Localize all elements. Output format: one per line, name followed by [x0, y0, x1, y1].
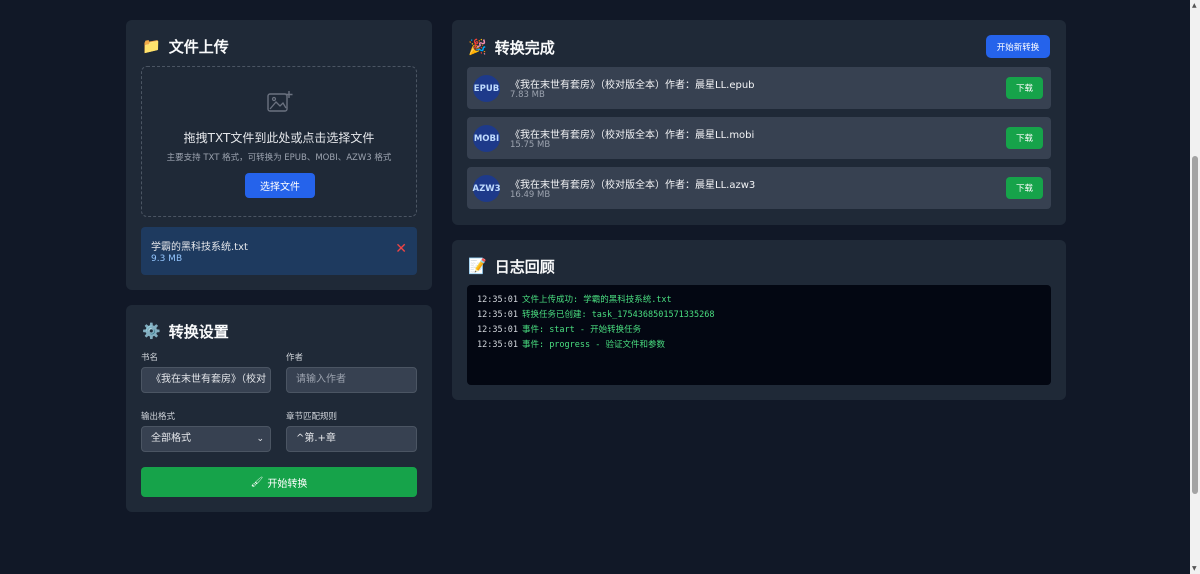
selected-file: 学霸的黑科技系统.txt 9.3 MB ✕: [141, 227, 417, 275]
log-title-text: 日志回顾: [494, 258, 555, 276]
azw3-badge: AZW3: [472, 175, 501, 202]
log-message: 文件上传成功: 学霸的黑科技系统.txt: [521, 295, 672, 305]
log-title: 📝 日志回顾: [468, 256, 555, 277]
log-line: 12:35:01 事件: start - 开始转换任务: [477, 323, 1041, 338]
download-azw3-button[interactable]: 下载: [1006, 177, 1043, 199]
log-output: 12:35:01 文件上传成功: 学霸的黑科技系统.txt 12:35:01 转换任…: [467, 285, 1051, 385]
page: 📁 文件上传 拖拽TXT文件到此处或点击选择文件 主要支持 TXT 格式，可转换…: [0, 0, 1200, 574]
log-message: 事件: start - 开始转换任务: [521, 325, 642, 335]
add-image-icon: [267, 91, 293, 112]
upload-title: 📁 文件上传: [142, 36, 229, 57]
log-card: 📝 日志回顾 12:35:01 文件上传成功: 学霸的黑科技系统.txt 12:3…: [452, 240, 1066, 400]
dropzone-subtitle: 主要支持 TXT 格式，可转换为 EPUB、MOBI、AZW3 格式: [166, 153, 392, 163]
start-convert-button[interactable]: 🖌 开始转换: [141, 467, 417, 497]
result-file-size: 15.75 MB: [510, 140, 551, 150]
result-file-size: 7.83 MB: [510, 90, 545, 100]
gear-icon: ⚙️: [142, 322, 161, 340]
brush-icon: 🖌: [250, 476, 264, 488]
new-conversion-button[interactable]: 开始新转换: [986, 35, 1050, 58]
log-time: 12:35:01: [477, 340, 518, 350]
result-file-name: 《我在末世有套房》（校对版全本）作者：晨星LL.mobi: [510, 130, 755, 141]
log-message: 转换任务已创建: task_1754368501571335268: [521, 310, 715, 320]
file-dropzone[interactable]: 拖拽TXT文件到此处或点击选择文件 主要支持 TXT 格式，可转换为 EPUB、…: [141, 66, 417, 217]
selected-file-name: 学霸的黑科技系统.txt: [151, 242, 248, 253]
output-format-label: 输出格式: [141, 412, 176, 422]
download-epub-button[interactable]: 下载: [1006, 77, 1043, 99]
output-format-value: 全部格式: [151, 433, 191, 444]
chevron-down-icon: ⌄: [256, 434, 264, 444]
chapter-rule-label: 章节匹配规则: [286, 412, 338, 422]
result-file-size: 16.49 MB: [510, 190, 551, 200]
party-icon: 🎉: [468, 38, 487, 56]
result-card: 🎉 转换完成 开始新转换 EPUB 《我在末世有套房》（校对版全本）作者：晨星L…: [452, 20, 1066, 225]
scroll-up-arrow-icon[interactable]: ▲: [1192, 2, 1197, 9]
upload-title-text: 文件上传: [168, 38, 229, 56]
upload-card: 📁 文件上传 拖拽TXT文件到此处或点击选择文件 主要支持 TXT 格式，可转换…: [126, 20, 432, 290]
log-time: 12:35:01: [477, 310, 518, 320]
selected-file-size: 9.3 MB: [151, 254, 183, 264]
result-title-text: 转换完成: [494, 39, 555, 57]
chapter-rule-input[interactable]: ^第.+章: [286, 426, 417, 452]
epub-badge: EPUB: [473, 75, 500, 102]
log-time: 12:35:01: [477, 325, 518, 335]
settings-title: ⚙️ 转换设置: [142, 321, 229, 342]
book-name-input[interactable]: 《我在末世有套房》（校对: [141, 367, 271, 393]
log-time: 12:35:01: [477, 295, 518, 305]
settings-title-text: 转换设置: [168, 323, 229, 341]
result-row-azw3: AZW3 《我在末世有套房》（校对版全本）作者：晨星LL.azw3 16.49 …: [467, 167, 1051, 209]
result-title: 🎉 转换完成: [468, 37, 555, 58]
memo-icon: 📝: [468, 257, 487, 275]
result-file-name: 《我在末世有套房》（校对版全本）作者：晨星LL.epub: [510, 80, 755, 91]
log-line: 12:35:01 转换任务已创建: task_175436850157133526…: [477, 308, 1041, 323]
download-mobi-button[interactable]: 下载: [1006, 127, 1043, 149]
author-label: 作者: [286, 353, 304, 363]
log-message: 事件: progress - 验证文件和参数: [521, 340, 665, 350]
mobi-badge: MOBI: [473, 125, 500, 152]
remove-file-button[interactable]: ✕: [395, 241, 407, 255]
start-convert-label: 开始转换: [267, 478, 308, 490]
result-file-name: 《我在末世有套房》（校对版全本）作者：晨星LL.azw3: [510, 180, 756, 191]
author-input[interactable]: 请输入作者: [286, 367, 417, 393]
folder-icon: 📁: [142, 37, 161, 55]
select-file-button[interactable]: 选择文件: [245, 173, 315, 198]
result-row-epub: EPUB 《我在末世有套房》（校对版全本）作者：晨星LL.epub 7.83 M…: [467, 67, 1051, 109]
scrollbar-thumb[interactable]: [1192, 156, 1198, 494]
scroll-down-arrow-icon[interactable]: ▼: [1192, 565, 1197, 572]
book-name-label: 书名: [141, 353, 159, 363]
page-scrollbar[interactable]: ▲ ▼: [1190, 0, 1200, 574]
dropzone-title: 拖拽TXT文件到此处或点击选择文件: [183, 131, 375, 145]
result-row-mobi: MOBI 《我在末世有套房》（校对版全本）作者：晨星LL.mobi 15.75 …: [467, 117, 1051, 159]
log-line: 12:35:01 文件上传成功: 学霸的黑科技系统.txt: [477, 293, 1041, 308]
log-line: 12:35:01 事件: progress - 验证文件和参数: [477, 338, 1041, 353]
output-format-select[interactable]: 全部格式 ⌄: [141, 426, 271, 452]
settings-card: ⚙️ 转换设置 书名 《我在末世有套房》（校对 作者 请输入作者 输出格式 全部…: [126, 305, 432, 512]
